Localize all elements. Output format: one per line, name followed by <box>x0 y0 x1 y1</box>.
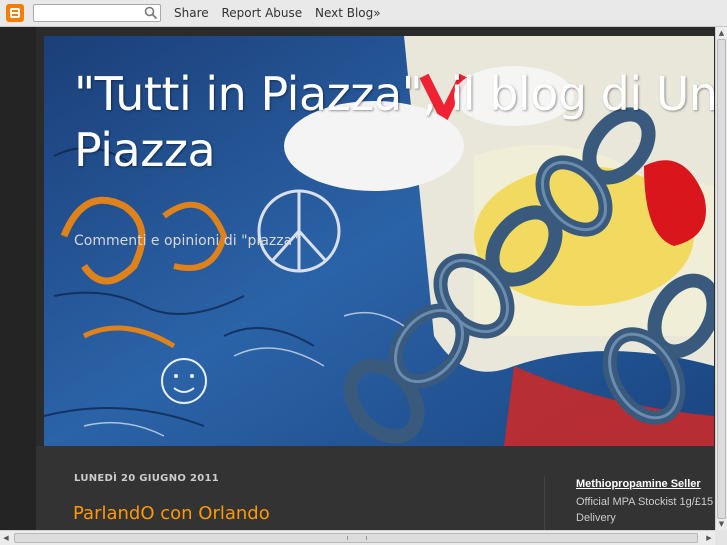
blog-title[interactable]: "Tutti in Piazza", il blog di Uni Piazza <box>74 66 714 178</box>
post-title-link[interactable]: ParlandO con Orlando <box>73 503 270 524</box>
vertical-scrollbar[interactable]: ▲ ▼ <box>715 27 727 530</box>
blogger-navbar: Share Report Abuse Next Blog» <box>0 0 727 27</box>
left-margin <box>0 27 36 545</box>
scroll-down-arrow-icon[interactable]: ▼ <box>716 518 727 530</box>
sidebar-ad-text: Official MPA Stockist 1g/£15 <box>576 496 714 508</box>
scroll-up-arrow-icon[interactable]: ▲ <box>716 27 727 39</box>
report-abuse-link[interactable]: Report Abuse <box>221 6 302 20</box>
horizontal-scroll-thumb[interactable] <box>14 533 698 543</box>
sidebar-divider <box>544 476 545 536</box>
blog-description: Commenti e opinioni di "piazza" <box>74 233 299 249</box>
sidebar-ad-text-2: Delivery <box>576 512 616 524</box>
scroll-left-arrow-icon[interactable]: ◀ <box>0 531 12 545</box>
post-date: LUNEDÌ 20 GIUGNO 2011 <box>74 473 219 484</box>
blogger-logo-icon[interactable] <box>6 4 24 22</box>
share-link[interactable]: Share <box>174 6 209 20</box>
search-icon[interactable] <box>144 6 158 20</box>
main-content: LUNEDÌ 20 GIUGNO 2011 ParlandO con Orlan… <box>36 446 715 536</box>
search-input[interactable] <box>33 4 161 22</box>
vertical-scroll-thumb[interactable] <box>717 39 726 519</box>
scrollbar-corner <box>715 530 727 545</box>
scroll-right-arrow-icon[interactable]: ▶ <box>703 531 715 545</box>
horizontal-scrollbar[interactable]: ◀ ▶ <box>0 530 715 545</box>
next-blog-link[interactable]: Next Blog» <box>315 6 381 20</box>
sidebar-ad-title[interactable]: Methiopropamine Seller <box>576 478 701 490</box>
blog-header: "Tutti in Piazza", il blog di Uni Piazza… <box>44 36 714 446</box>
